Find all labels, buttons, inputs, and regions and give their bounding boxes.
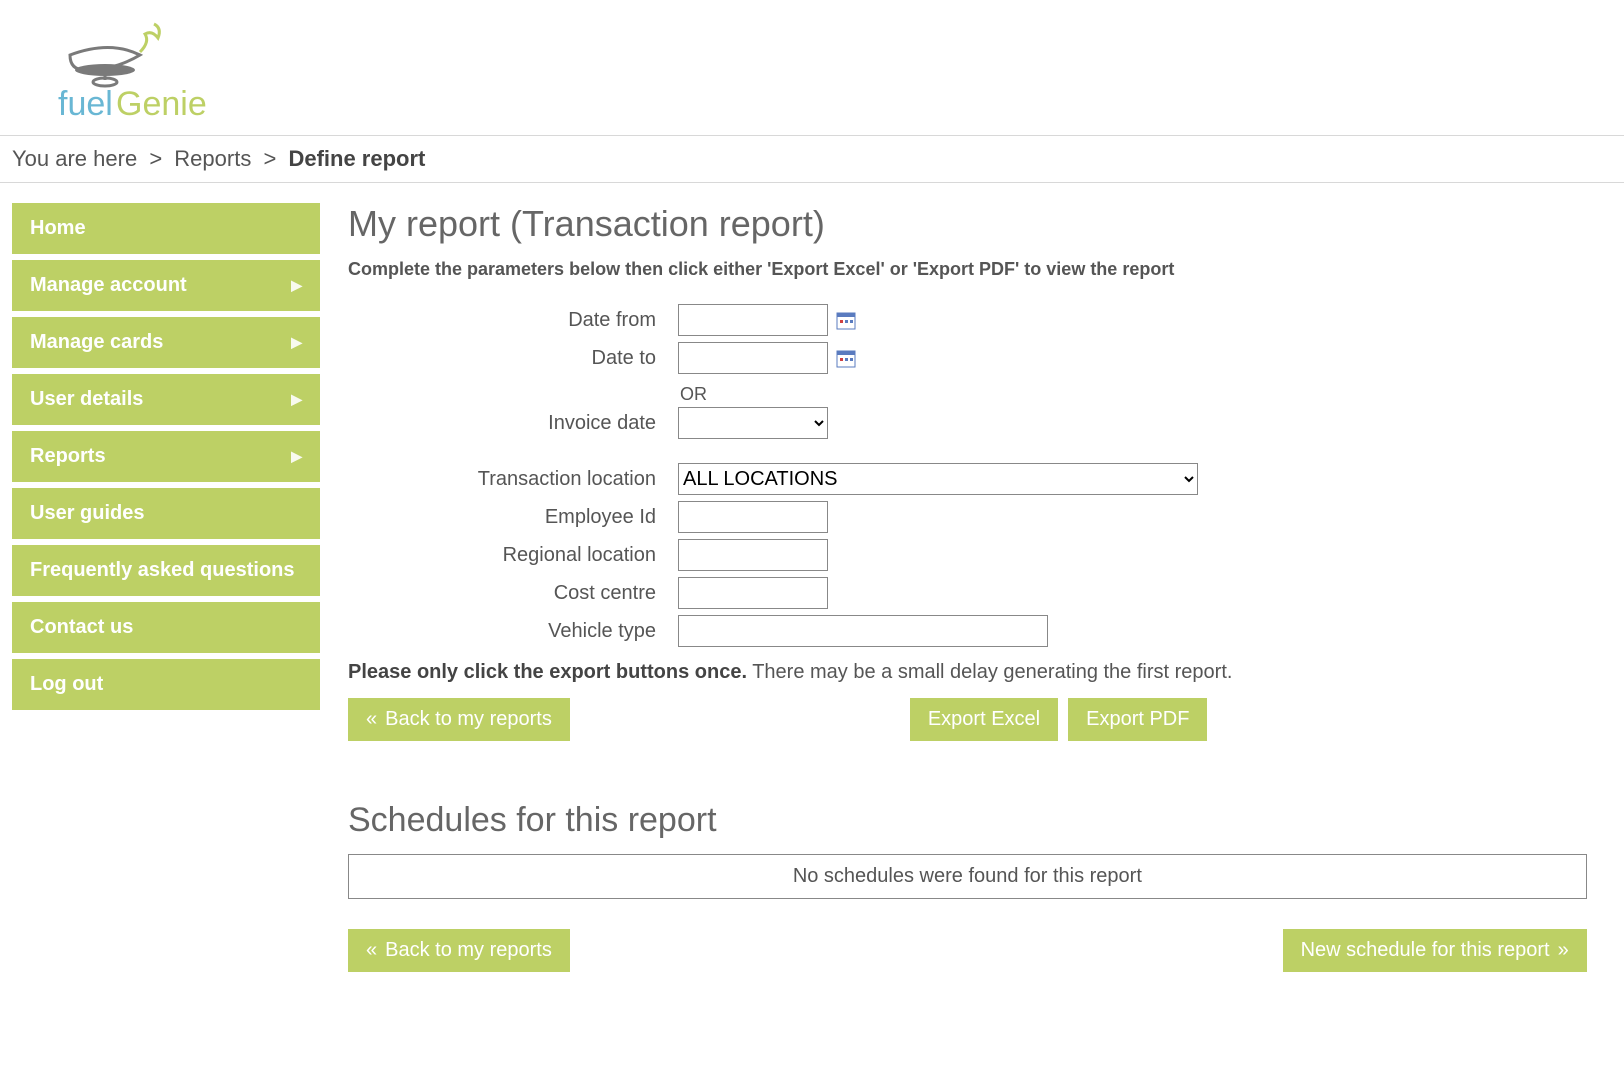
sidebar-item-label: User guides [30,502,144,525]
sidebar-item-label: Home [30,217,86,240]
breadcrumb-prefix: You are here [12,146,137,171]
sidebar-item-label: Log out [30,673,103,696]
page-title: My report (Transaction report) [348,203,1612,245]
label-vehicle-type: Vehicle type [348,620,678,643]
sidebar-item-contact-us[interactable]: Contact us [12,602,320,653]
invoice-date-select[interactable] [678,407,828,439]
sidebar-item-label: Manage account [30,274,187,297]
brand-text-1: fuel [58,85,113,120]
chevron-right-icon: ▶ [291,277,302,294]
sidebar-item-user-guides[interactable]: User guides [12,488,320,539]
breadcrumb-current: Define report [288,146,425,171]
chevron-right-double-icon: » [1558,939,1569,962]
label-date-to: Date to [348,347,678,370]
sidebar: Home Manage account ▶ Manage cards ▶ Use… [12,203,320,716]
brand-text-2: Genie [116,85,207,120]
label-cost-centre: Cost centre [348,582,678,605]
chevron-left-double-icon: « [366,708,377,731]
export-note-rest: There may be a small delay generating th… [747,661,1232,683]
button-label: New schedule for this report [1301,939,1550,962]
employee-id-input[interactable] [678,501,828,533]
label-employee-id: Employee Id [348,506,678,529]
calendar-icon[interactable] [836,348,856,368]
sidebar-item-label: Manage cards [30,331,163,354]
chevron-left-double-icon: « [366,939,377,962]
breadcrumb-item-reports[interactable]: Reports [174,146,251,171]
sidebar-item-user-details[interactable]: User details ▶ [12,374,320,425]
export-excel-button[interactable]: Export Excel [910,698,1058,741]
breadcrumb: You are here > Reports > Define report [0,135,1624,183]
sidebar-item-label: User details [30,388,143,411]
transaction-location-select[interactable]: ALL LOCATIONS [678,463,1198,495]
sidebar-item-manage-cards[interactable]: Manage cards ▶ [12,317,320,368]
back-to-reports-button[interactable]: « Back to my reports [348,698,570,741]
chevron-right-icon: ▶ [291,448,302,465]
label-regional-location: Regional location [348,544,678,567]
cost-centre-input[interactable] [678,577,828,609]
new-schedule-button[interactable]: New schedule for this report » [1283,929,1587,972]
brand-logo: fuel Genie [30,20,230,125]
date-to-input[interactable] [678,342,828,374]
button-label: Back to my reports [385,939,552,962]
header: fuel Genie [0,0,1624,135]
sidebar-item-label: Frequently asked questions [30,559,295,582]
label-date-from: Date from [348,309,678,332]
sidebar-item-label: Contact us [30,616,133,639]
sidebar-item-home[interactable]: Home [12,203,320,254]
sidebar-item-label: Reports [30,445,106,468]
button-label: Export PDF [1086,708,1189,731]
export-pdf-button[interactable]: Export PDF [1068,698,1207,741]
date-from-input[interactable] [678,304,828,336]
schedules-empty-message: No schedules were found for this report [348,854,1587,899]
label-transaction-location: Transaction location [348,468,678,491]
regional-location-input[interactable] [678,539,828,571]
page-instructions: Complete the parameters below then click… [348,259,1612,280]
or-divider-text: OR [678,380,1612,407]
sidebar-item-faq[interactable]: Frequently asked questions [12,545,320,596]
sidebar-item-log-out[interactable]: Log out [12,659,320,710]
schedules-title: Schedules for this report [348,801,1612,840]
export-note: Please only click the export buttons onc… [348,661,1612,684]
chevron-right-icon: ▶ [291,334,302,351]
back-to-reports-button-bottom[interactable]: « Back to my reports [348,929,570,972]
label-invoice-date: Invoice date [348,412,678,435]
calendar-icon[interactable] [836,310,856,330]
button-label: Back to my reports [385,708,552,731]
export-note-bold: Please only click the export buttons onc… [348,661,747,683]
vehicle-type-input[interactable] [678,615,1048,647]
chevron-right-icon: ▶ [291,391,302,408]
button-label: Export Excel [928,708,1040,731]
main-content: My report (Transaction report) Complete … [348,203,1612,972]
sidebar-item-reports[interactable]: Reports ▶ [12,431,320,482]
sidebar-item-manage-account[interactable]: Manage account ▶ [12,260,320,311]
